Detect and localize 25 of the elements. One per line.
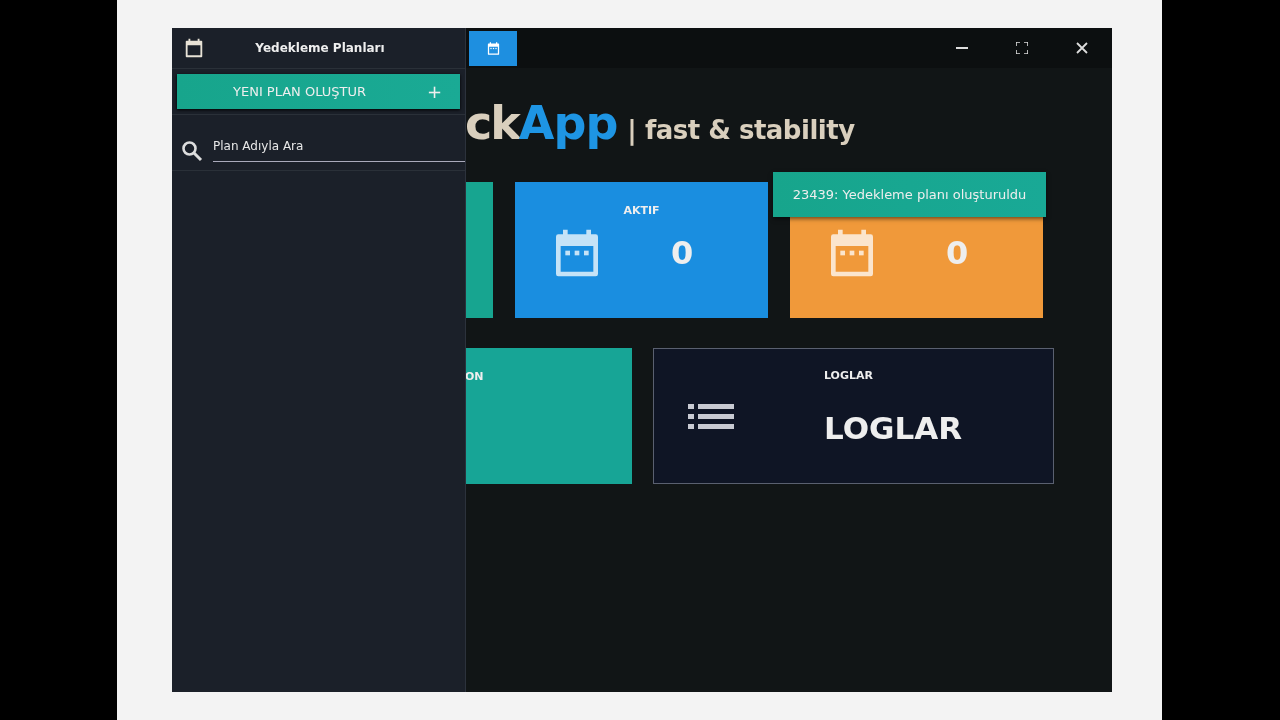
logo-text: App [518, 96, 618, 150]
new-plan-button[interactable]: YENI PLAN OLUŞTUR + [177, 74, 460, 109]
tile[interactable]: AKTIF 0 [515, 182, 768, 318]
logo-tagline: | fast & stability [627, 115, 855, 145]
list-icon [688, 404, 734, 430]
logo-text: ck [465, 96, 519, 150]
tile[interactable]: ON [465, 348, 632, 484]
tile-label: LOGLAR [824, 369, 874, 382]
maximize-icon [1016, 42, 1028, 54]
calendar-icon [183, 37, 205, 59]
calendar-icon [485, 40, 501, 56]
calendar-button[interactable] [469, 30, 517, 66]
search-field[interactable]: Plan Adıyla Ara [213, 139, 465, 162]
tile[interactable] [465, 182, 493, 318]
tile-label: ON [465, 370, 484, 383]
tile-count: 0 [946, 234, 969, 272]
tile-title: LOGLAR [824, 410, 964, 446]
tile-label: AKTIF [623, 204, 660, 217]
tile-count: 0 [671, 234, 694, 272]
search-icon [181, 140, 203, 162]
close-icon [1076, 42, 1088, 54]
minimize-icon [956, 47, 968, 49]
sidebar-title: Yedekleme Planları [254, 41, 386, 55]
tile[interactable]: LOGLAR LOGLAR [653, 348, 1054, 484]
message-toast: 23439: Yedekleme planı oluşturuldu [773, 172, 1046, 217]
